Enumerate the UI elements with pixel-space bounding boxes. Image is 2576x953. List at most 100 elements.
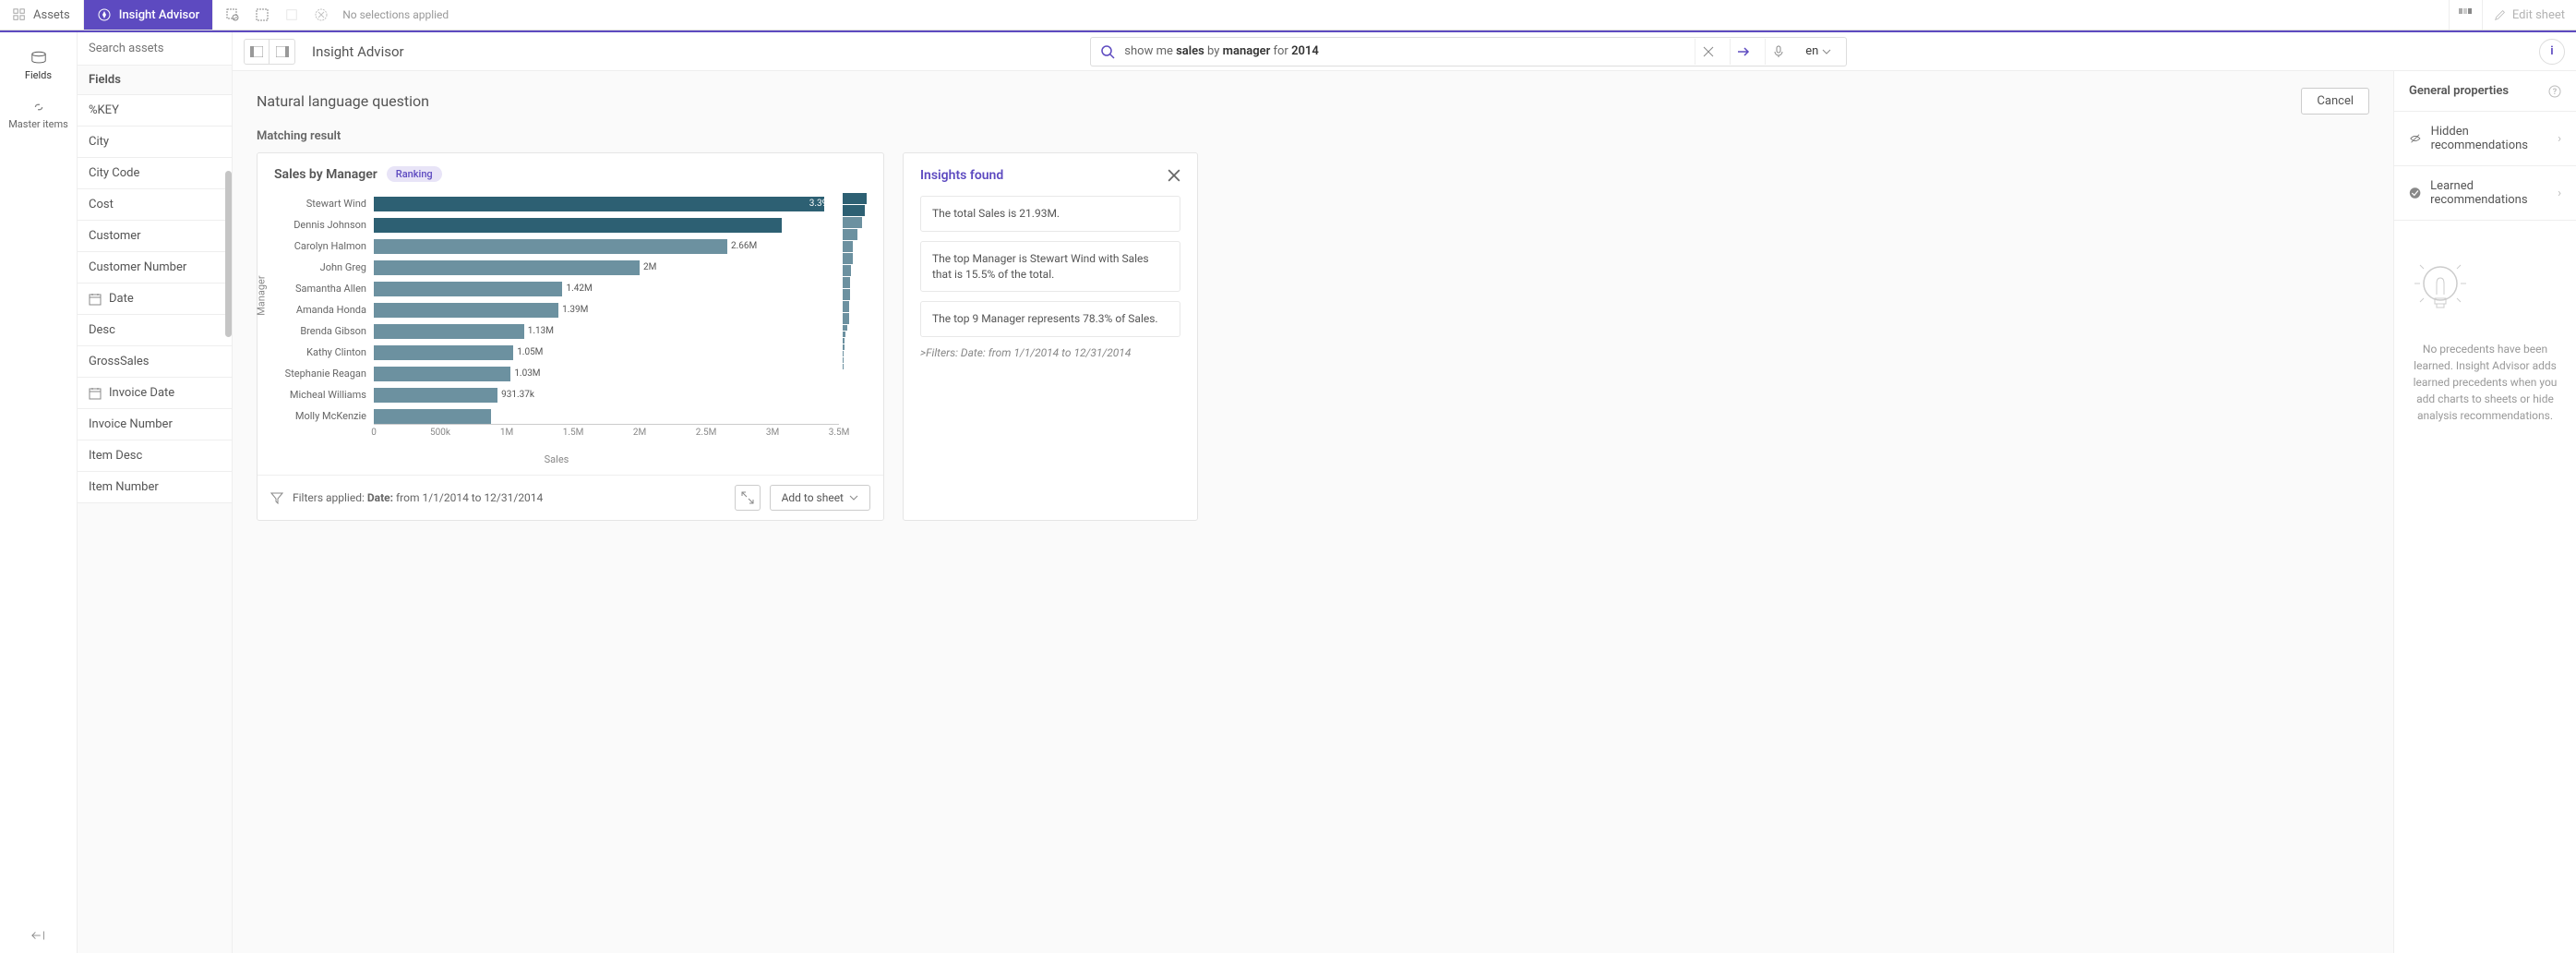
- insights-filter-note: >Filters: Date: from 1/1/2014 to 12/31/2…: [920, 346, 1180, 359]
- hidden-rec-label: Hidden recommendations: [2431, 125, 2548, 152]
- clear-query-button[interactable]: [1695, 39, 1720, 65]
- left-rail: Fields Master items: [0, 32, 78, 953]
- master-items-rail-item[interactable]: Master items: [0, 90, 77, 139]
- link-icon: [30, 100, 47, 115]
- language-select[interactable]: en: [1800, 44, 1837, 58]
- field-item[interactable]: Item Desc: [78, 440, 232, 472]
- search-icon: [1100, 44, 1115, 59]
- main-area: Insight Advisor show me sales by manager…: [233, 32, 2576, 953]
- clear-selections-icon: [309, 3, 333, 27]
- assets-tab-label: Assets: [33, 8, 70, 22]
- svg-text:?: ?: [2553, 88, 2558, 97]
- chevron-right-icon: ›: [2558, 132, 2561, 146]
- search-assets-input[interactable]: [89, 42, 221, 55]
- edit-sheet-label: Edit sheet: [2512, 8, 2565, 22]
- learned-recommendations-item[interactable]: Learned recommendations ›: [2394, 166, 2576, 221]
- show-right-panel-button[interactable]: [270, 39, 295, 65]
- nlq-query-text: show me sales by manager for 2014: [1124, 44, 1685, 58]
- filters-label: Filters applied: Date: from 1/1/2014 to …: [293, 491, 543, 504]
- insights-title: Insights found: [920, 168, 1003, 183]
- field-item[interactable]: City: [78, 127, 232, 158]
- field-item[interactable]: City Code: [78, 158, 232, 189]
- center-content: Natural language question Cancel Matchin…: [233, 71, 2393, 953]
- field-item[interactable]: Invoice Number: [78, 409, 232, 440]
- chart-title: Sales by Manager: [274, 167, 377, 182]
- bar-row[interactable]: Stewart Wind3.39M: [274, 193, 839, 214]
- grid-icon: [13, 8, 26, 21]
- field-item[interactable]: Customer Number: [78, 252, 232, 283]
- search-assets-box[interactable]: [78, 32, 232, 66]
- bar-row[interactable]: Micheal Williams931.37k: [274, 384, 839, 405]
- chart-ylabel: Manager: [256, 275, 268, 315]
- insight-advisor-tab-label: Insight Advisor: [119, 8, 199, 22]
- filter-icon: [270, 491, 283, 504]
- close-icon: [1168, 169, 1180, 182]
- field-item[interactable]: Customer: [78, 221, 232, 252]
- database-icon: [30, 51, 47, 66]
- bar-row[interactable]: Carolyn Halmon2.66M: [274, 235, 839, 257]
- master-items-rail-label: Master items: [8, 118, 68, 130]
- lightbulb-icon: [2413, 258, 2558, 322]
- bar-row[interactable]: Stephanie Reagan1.03M: [274, 363, 839, 384]
- chevron-down-icon: [1822, 49, 1831, 54]
- hidden-recommendations-item[interactable]: Hidden recommendations ›: [2394, 112, 2576, 166]
- field-item[interactable]: GrossSales: [78, 346, 232, 378]
- chart-plot[interactable]: Manager Stewart Wind3.39MDennis Johnson3…: [274, 193, 839, 465]
- panel-toggle: [244, 39, 295, 65]
- assets-tab[interactable]: Assets: [0, 0, 84, 30]
- smart-search-icon[interactable]: [221, 3, 245, 27]
- fields-rail-label: Fields: [25, 69, 52, 81]
- pencil-icon: [2494, 8, 2507, 21]
- chart-minimap[interactable]: [843, 193, 867, 465]
- bar-row[interactable]: John Greg2M: [274, 257, 839, 278]
- theme-picker-icon[interactable]: [2449, 0, 2482, 30]
- learned-empty-state: No precedents have been learned. Insight…: [2394, 221, 2576, 461]
- expand-chart-button[interactable]: [735, 485, 761, 511]
- field-list[interactable]: %KEYCityCity CodeCostCustomerCustomer Nu…: [78, 95, 232, 953]
- bar-row[interactable]: Samantha Allen1.42M: [274, 278, 839, 299]
- selection-tool-icon[interactable]: [250, 3, 274, 27]
- field-item[interactable]: Date: [78, 283, 232, 315]
- right-panel: General properties ? Hidden recommendati…: [2393, 71, 2576, 953]
- fields-sidebar: Fields %KEYCityCity CodeCostCustomerCust…: [78, 32, 233, 953]
- close-insights-button[interactable]: [1168, 169, 1180, 182]
- field-item[interactable]: Cost: [78, 189, 232, 221]
- nlq-search-bar[interactable]: show me sales by manager for 2014 en: [1090, 37, 1847, 66]
- field-item[interactable]: Item Number: [78, 472, 232, 503]
- step-back-icon: [280, 3, 304, 27]
- voice-input-button[interactable]: [1765, 39, 1791, 65]
- field-item[interactable]: Desc: [78, 315, 232, 346]
- nlq-title: Natural language question: [257, 92, 429, 110]
- chevron-down-icon: [849, 495, 858, 501]
- add-to-sheet-label: Add to sheet: [782, 491, 844, 504]
- bar-row[interactable]: Dennis Johnson3.07M: [274, 214, 839, 235]
- insight-item: The top Manager is Stewart Wind with Sal…: [920, 241, 1180, 293]
- scrollbar-thumb[interactable]: [225, 171, 232, 337]
- info-button[interactable]: i: [2539, 39, 2565, 65]
- collapse-rail-button[interactable]: [30, 929, 47, 942]
- field-item[interactable]: Invoice Date: [78, 378, 232, 409]
- add-to-sheet-button[interactable]: Add to sheet: [770, 485, 870, 511]
- help-icon[interactable]: ?: [2548, 85, 2561, 98]
- edit-sheet-button[interactable]: Edit sheet: [2482, 0, 2576, 30]
- bar-row[interactable]: Amanda Honda1.39M: [274, 299, 839, 320]
- insight-item: The top 9 Manager represents 78.3% of Sa…: [920, 301, 1180, 337]
- no-selections-label: No selections applied: [342, 8, 449, 21]
- cancel-button[interactable]: Cancel: [2301, 88, 2369, 115]
- field-item[interactable]: %KEY: [78, 95, 232, 127]
- header-row: Insight Advisor show me sales by manager…: [233, 32, 2576, 71]
- fields-rail-item[interactable]: Fields: [0, 42, 77, 90]
- learned-rec-label: Learned recommendations: [2430, 179, 2548, 207]
- insight-advisor-tab[interactable]: Insight Advisor: [84, 0, 213, 30]
- top-navbar: Assets Insight Advisor No selections app…: [0, 0, 2576, 30]
- bar-row[interactable]: Kathy Clinton1.05M: [274, 342, 839, 363]
- eye-off-icon: [2409, 131, 2422, 146]
- chart-badge: Ranking: [387, 166, 442, 182]
- insight-item: The total Sales is 21.93M.: [920, 196, 1180, 232]
- show-left-panel-button[interactable]: [244, 39, 270, 65]
- submit-query-button[interactable]: [1730, 39, 1755, 65]
- bar-row[interactable]: Brenda Gibson1.13M: [274, 320, 839, 342]
- chart-card: Sales by Manager Ranking Manager Stewart…: [257, 152, 884, 521]
- page-title: Insight Advisor: [312, 43, 404, 60]
- matching-result-label: Matching result: [233, 122, 2393, 152]
